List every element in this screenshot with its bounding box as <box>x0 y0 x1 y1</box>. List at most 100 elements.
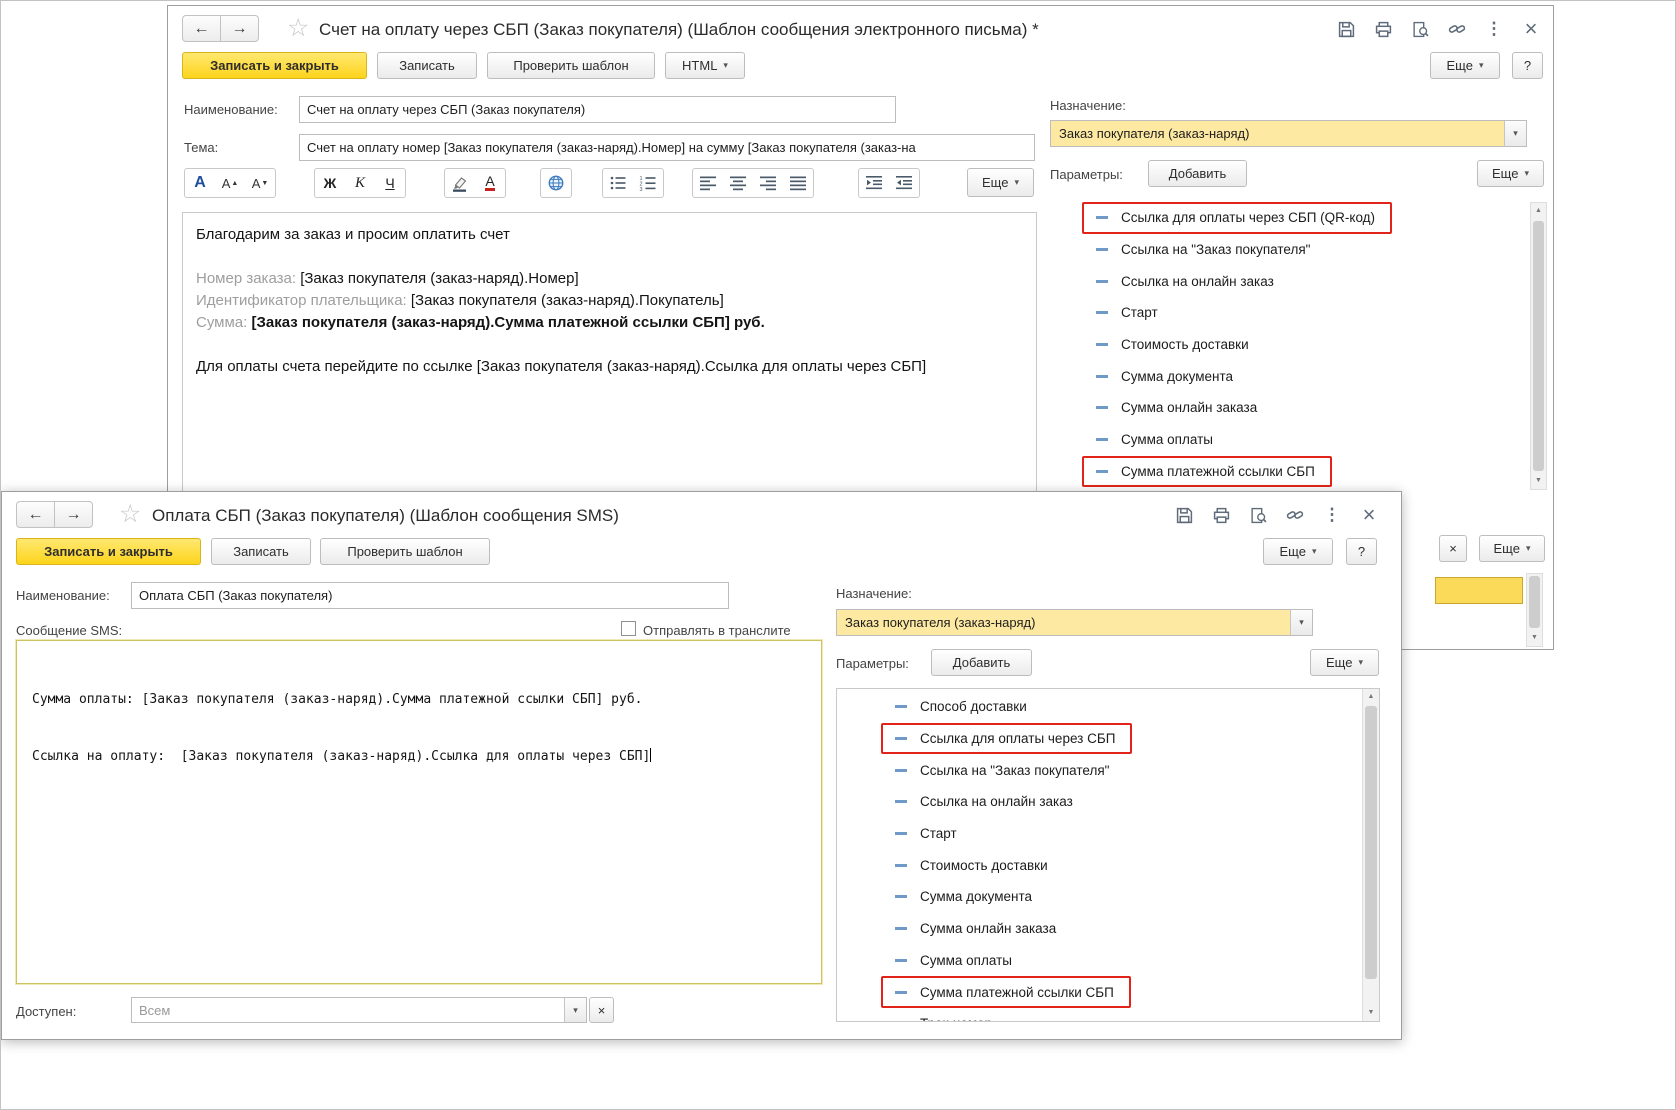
more-menu-icon[interactable]: ⋮ <box>1322 505 1342 525</box>
list-item[interactable]: Трек-номер <box>895 1008 1379 1021</box>
chevron-down-icon[interactable]: ▾ <box>564 998 586 1022</box>
list-item[interactable]: Сумма оплаты <box>1096 424 1526 456</box>
sms-template-window: ← → ☆ Оплата СБП (Заказ покупателя) (Шаб… <box>1 491 1402 1040</box>
more-button[interactable]: Еще ▾ <box>1263 538 1333 565</box>
save-button[interactable]: Записать <box>211 538 311 565</box>
list-item[interactable]: Старт <box>895 818 1379 850</box>
sms-message-editor[interactable]: Сумма оплаты: [Заказ покупателя (заказ-н… <box>15 639 823 985</box>
scroll-thumb[interactable] <box>1529 576 1540 628</box>
clear-button[interactable]: × <box>1439 535 1467 562</box>
clear-button[interactable]: × <box>589 997 614 1023</box>
parameters-scrollbar[interactable]: ▲ ▼ <box>1530 202 1547 490</box>
bold-button[interactable]: Ж <box>315 169 345 197</box>
list-item[interactable]: Сумма документа <box>1096 360 1526 392</box>
forward-button[interactable]: → <box>220 15 259 42</box>
save-icon[interactable] <box>1336 19 1356 39</box>
link-icon[interactable] <box>1447 19 1467 39</box>
name-input[interactable] <box>299 96 896 123</box>
highlight-color-button[interactable] <box>445 169 475 197</box>
name-field-label: Наименование: <box>16 588 110 603</box>
format-more-button[interactable]: Еще ▾ <box>967 168 1034 197</box>
parameters-more-button[interactable]: Еще ▾ <box>1310 649 1379 676</box>
list-item[interactable]: Сумма онлайн заказа <box>1096 392 1526 424</box>
check-template-button[interactable]: Проверить шаблон <box>487 52 655 79</box>
html-mode-button[interactable]: HTML ▾ <box>665 52 745 79</box>
list-item[interactable]: Старт <box>1096 297 1526 329</box>
name-input[interactable] <box>131 582 729 609</box>
favorite-star-icon[interactable]: ☆ <box>119 501 141 527</box>
favorite-star-icon[interactable]: ☆ <box>287 15 309 41</box>
align-center-button[interactable] <box>723 169 753 197</box>
save-and-close-button[interactable]: Записать и закрыть <box>16 538 201 565</box>
purpose-select[interactable]: Заказ покупателя (заказ-наряд) ▾ <box>1050 120 1527 147</box>
indent-decrease-button[interactable] <box>889 169 919 197</box>
list-item-highlighted[interactable]: Сумма платежной ссылки СБП <box>881 976 1131 1008</box>
list-item[interactable]: Сумма онлайн заказа <box>895 913 1379 945</box>
list-item-highlighted[interactable]: Ссылка для оплаты через СБП (QR-код) <box>1082 202 1393 234</box>
purpose-select[interactable]: Заказ покупателя (заказ-наряд) ▾ <box>836 609 1313 636</box>
available-input[interactable] <box>132 998 564 1022</box>
list-item[interactable]: Ссылка на "Заказ покупателя" <box>1096 234 1526 266</box>
print-icon[interactable] <box>1211 505 1231 525</box>
list-item[interactable]: Сумма оплаты <box>895 945 1379 977</box>
more-menu-icon[interactable]: ⋮ <box>1484 19 1504 39</box>
font-size-decrease-button[interactable]: А ▼ <box>245 169 275 197</box>
scroll-down-icon[interactable]: ▼ <box>1527 630 1542 646</box>
help-button[interactable]: ? <box>1512 52 1543 79</box>
check-template-button[interactable]: Проверить шаблон <box>320 538 490 565</box>
scroll-down-icon[interactable]: ▼ <box>1531 473 1546 489</box>
list-item-highlighted[interactable]: Сумма платежной ссылки СБП <box>1082 455 1332 488</box>
bullet-list-button[interactable] <box>603 169 633 197</box>
parameters-scrollbar[interactable]: ▲ ▼ <box>1362 689 1379 1021</box>
scrollbar[interactable]: ▼ <box>1526 573 1543 647</box>
align-right-button[interactable] <box>753 169 783 197</box>
italic-button[interactable]: К <box>345 169 375 197</box>
subject-input[interactable] <box>299 134 1035 161</box>
forward-button[interactable]: → <box>54 501 93 528</box>
chevron-down-icon[interactable]: ▾ <box>1504 121 1526 146</box>
list-item[interactable]: Стоимость доставки <box>1096 329 1526 361</box>
list-item[interactable]: Стоимость доставки <box>895 849 1379 881</box>
align-justify-button[interactable] <box>783 169 813 197</box>
parameters-more-button[interactable]: Еще ▾ <box>1477 160 1544 187</box>
parameters-list: Ссылка для оплаты через СБП (QR-код) Ссы… <box>1082 202 1526 488</box>
align-left-button[interactable] <box>693 169 723 197</box>
more-button[interactable]: Еще ▾ <box>1479 535 1545 562</box>
more-button[interactable]: Еще ▾ <box>1430 52 1500 79</box>
translit-checkbox[interactable] <box>621 621 636 636</box>
list-item[interactable]: Ссылка на онлайн заказ <box>1096 265 1526 297</box>
link-icon[interactable] <box>1285 505 1305 525</box>
scroll-thumb[interactable] <box>1365 706 1377 979</box>
help-button[interactable]: ? <box>1346 538 1377 565</box>
close-icon[interactable]: × <box>1521 16 1541 41</box>
list-item[interactable]: Ссылка на онлайн заказ <box>895 786 1379 818</box>
highlighted-field[interactable] <box>1435 577 1523 604</box>
insert-hyperlink-button[interactable] <box>541 169 571 197</box>
scroll-up-icon[interactable]: ▲ <box>1363 689 1379 705</box>
back-button[interactable]: ← <box>16 501 55 528</box>
list-item[interactable]: Ссылка на "Заказ покупателя" <box>895 754 1379 786</box>
close-icon[interactable]: × <box>1359 502 1379 527</box>
preview-icon[interactable] <box>1248 505 1268 525</box>
preview-icon[interactable] <box>1410 19 1430 39</box>
scroll-up-icon[interactable]: ▲ <box>1531 203 1546 219</box>
save-button[interactable]: Записать <box>377 52 477 79</box>
indent-increase-button[interactable] <box>859 169 889 197</box>
list-item[interactable]: Способ доставки <box>895 691 1379 723</box>
chevron-down-icon[interactable]: ▾ <box>1290 610 1312 635</box>
add-parameter-button[interactable]: Добавить <box>931 649 1032 676</box>
list-item-highlighted[interactable]: Ссылка для оплаты через СБП <box>881 722 1133 755</box>
save-and-close-button[interactable]: Записать и закрыть <box>182 52 367 79</box>
save-icon[interactable] <box>1174 505 1194 525</box>
print-icon[interactable] <box>1373 19 1393 39</box>
scroll-thumb[interactable] <box>1533 221 1544 471</box>
font-color-button[interactable]: А <box>475 169 505 197</box>
add-parameter-button[interactable]: Добавить <box>1148 160 1247 187</box>
list-item[interactable]: Сумма документа <box>895 881 1379 913</box>
scroll-down-icon[interactable]: ▼ <box>1363 1005 1379 1021</box>
font-size-increase-button[interactable]: А ▲ <box>215 169 245 197</box>
back-button[interactable]: ← <box>182 15 221 42</box>
font-button[interactable]: А <box>185 169 215 197</box>
numbered-list-button[interactable]: 123 <box>633 169 663 197</box>
underline-button[interactable]: Ч <box>375 169 405 197</box>
